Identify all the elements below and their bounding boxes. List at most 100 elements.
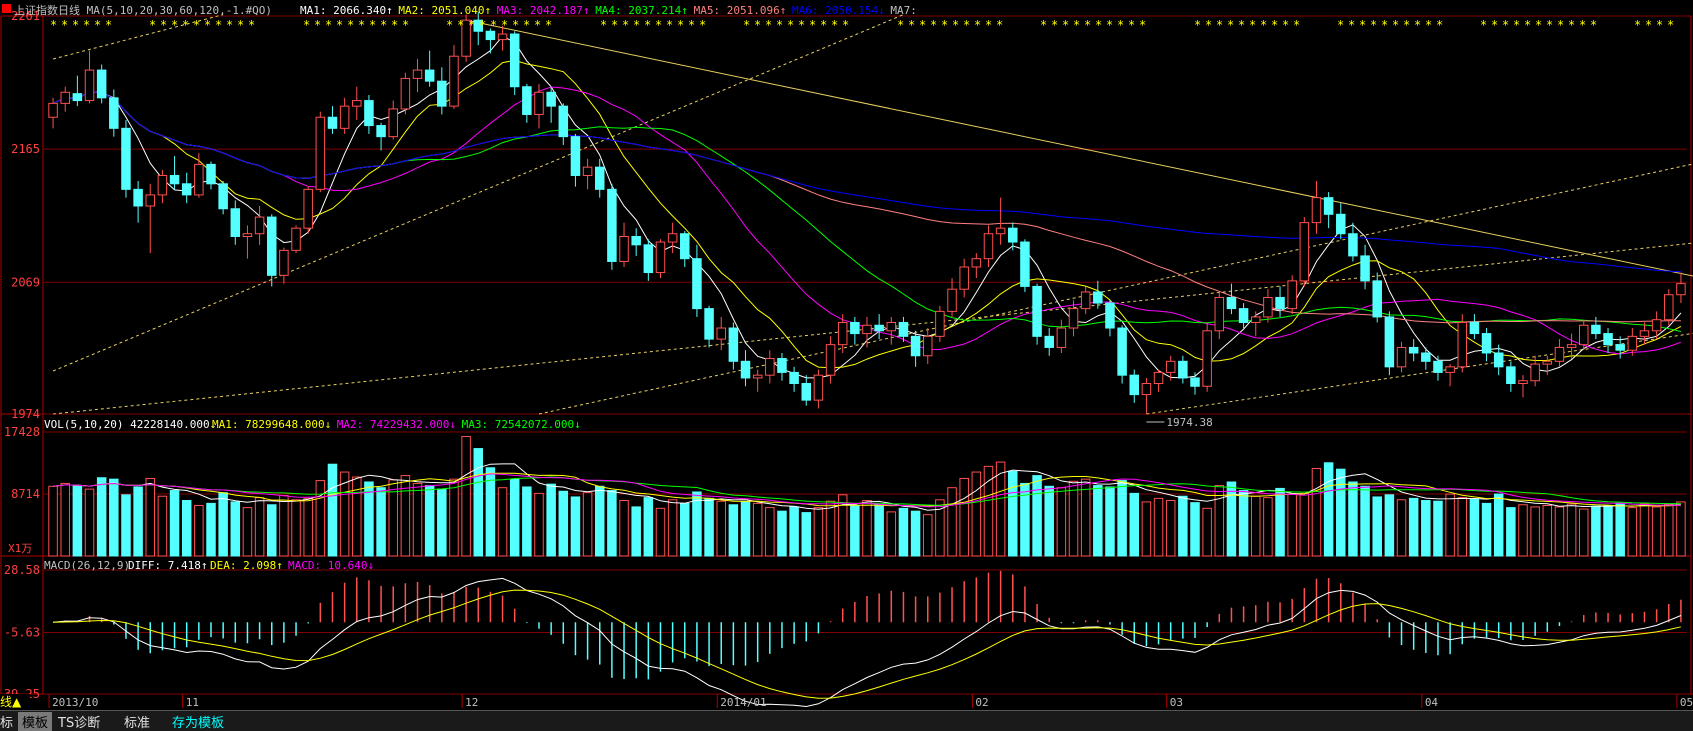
volume-bar <box>765 507 775 557</box>
signal-star: * <box>655 18 662 32</box>
ma-line-30 <box>52 91 1682 332</box>
candle-body <box>1566 344 1577 348</box>
signal-star: * <box>1656 18 1663 32</box>
macd-tick-label: -5.63 <box>4 626 40 640</box>
volume-bar <box>1421 500 1431 557</box>
signal-star: * <box>215 18 222 32</box>
volume-bar <box>813 507 824 557</box>
candle-body <box>254 216 265 235</box>
dashed-channel-line-0 <box>52 14 904 372</box>
candle-body <box>935 310 945 337</box>
volume-bar <box>473 448 484 557</box>
volume-bar <box>1530 506 1540 557</box>
candle <box>60 86 70 112</box>
candle-body <box>546 91 556 107</box>
axis-labels: 226121652069197417428871428.58-5.63-39.2… <box>0 9 1693 709</box>
candle <box>631 228 641 256</box>
candle-body <box>72 93 83 102</box>
signal-star: * <box>1502 18 1509 32</box>
macd-diff-label: DIFF: 7.418↑ <box>128 559 207 572</box>
candle-body <box>898 321 909 337</box>
candle-body <box>218 183 228 210</box>
candle-body <box>1408 346 1419 354</box>
candle <box>1238 303 1249 329</box>
price-tick-label: 2165 <box>11 142 40 156</box>
candle <box>1287 275 1297 315</box>
candle <box>825 336 836 384</box>
volume-bar <box>1445 493 1455 557</box>
volume-bar <box>619 500 629 557</box>
volume-ma-label: MA3: 72542072.000↓ <box>462 418 581 431</box>
signal-star: * <box>831 18 838 32</box>
candle-body <box>1445 366 1455 373</box>
candle <box>959 258 969 298</box>
tab-save-template[interactable]: 存为模板 <box>172 712 224 731</box>
signal-star: * <box>1370 18 1377 32</box>
signal-star: * <box>171 18 178 32</box>
volume-ma-label: MA1: 78299648.000↓ <box>212 418 331 431</box>
volume-ma-label: MA2: 74229432.000↓ <box>337 418 456 431</box>
candle <box>1421 347 1431 370</box>
panel-border-0 <box>0 15 1692 415</box>
macd-histogram <box>64 570 1682 680</box>
candlestick-series[interactable] <box>48 11 1686 414</box>
signal-star: * <box>193 18 200 32</box>
candle-body <box>1093 291 1103 304</box>
volume-bar <box>607 490 617 557</box>
candle <box>1506 361 1516 392</box>
volume-bar <box>594 485 605 557</box>
signal-star: * <box>754 18 761 32</box>
signal-star: * <box>204 18 211 32</box>
chart-svg[interactable]: * * * * * * * * * * * * * * * * * * * * * * * * * * * * * * * * * * * * * * * *… <box>0 0 1693 730</box>
volume-bar <box>1651 506 1662 557</box>
candle-body <box>109 97 119 129</box>
candle-body <box>922 335 933 357</box>
signal-star: * <box>490 18 497 32</box>
candle-body <box>1591 324 1601 335</box>
candle-body <box>850 321 860 335</box>
volume-bars[interactable] <box>48 435 1686 557</box>
signal-star: * <box>83 18 90 32</box>
period-selector[interactable]: 线▲ <box>0 694 30 710</box>
candle-body <box>1615 344 1625 351</box>
volume-bar <box>1518 504 1528 557</box>
volume-bar <box>874 504 884 557</box>
signal-star: * <box>402 18 409 32</box>
signal-star: * <box>50 18 57 32</box>
x-axis-label: 05 <box>1680 696 1693 709</box>
signal-star: * <box>930 18 937 32</box>
volume-bar <box>825 500 836 557</box>
candle-body <box>1627 335 1638 351</box>
candle <box>194 153 204 198</box>
signal-star: * <box>1106 18 1113 32</box>
candle-body <box>1348 233 1358 257</box>
candle-body <box>837 321 848 346</box>
macd-tick-label: 28.58 <box>4 563 40 577</box>
candle-body <box>1578 324 1589 346</box>
tab-ts-diagnosis[interactable]: TS诊断 <box>58 712 100 731</box>
candle-body <box>230 208 241 237</box>
signal-star: * <box>1040 18 1047 32</box>
signal-star: * <box>1414 18 1421 32</box>
tab-standard[interactable]: 标准 <box>124 712 150 731</box>
candle-body <box>96 69 107 99</box>
signal-star: * <box>479 18 486 32</box>
candle <box>1336 203 1346 240</box>
candle <box>1190 372 1200 395</box>
tab-indicators[interactable]: 标 <box>0 712 13 731</box>
candle-body <box>1676 283 1686 296</box>
candle-body <box>874 324 884 332</box>
volume-bar <box>947 487 957 557</box>
candle-body <box>1226 297 1237 310</box>
volume-bar <box>1153 497 1164 557</box>
candle <box>1020 239 1030 292</box>
volume-bar <box>1238 490 1249 557</box>
signal-star: * <box>523 18 530 32</box>
candle <box>437 67 447 115</box>
tab-template[interactable]: 模板 <box>18 712 53 731</box>
volume-bar <box>1493 493 1504 557</box>
volume-bar <box>1603 504 1613 557</box>
signal-star: * <box>391 18 398 32</box>
volume-bar <box>570 496 581 557</box>
candle <box>680 230 690 268</box>
